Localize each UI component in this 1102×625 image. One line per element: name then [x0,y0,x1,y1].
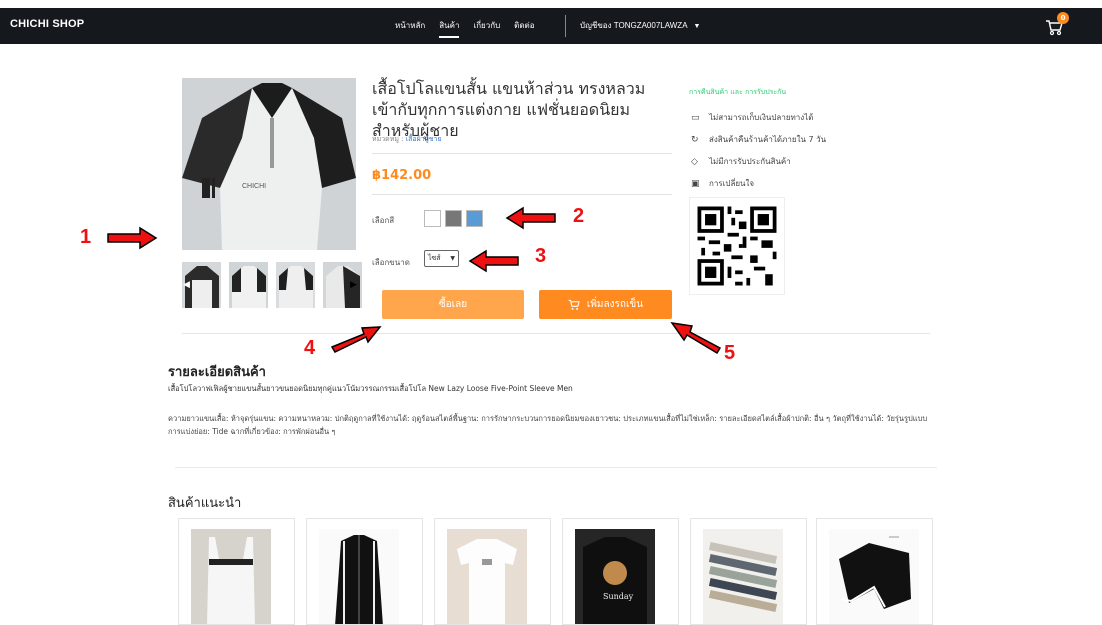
chevron-right-icon[interactable]: ▶ [350,280,357,290]
annotation-number-1: 1 [80,226,92,248]
cart-count-badge: 0 [1057,12,1069,24]
annotation-arrow-icon [107,226,158,250]
divider [182,333,930,334]
account-label: บัญชีของ TONGZA007LAWZA [580,21,688,30]
color-swatches [424,210,483,227]
product-image [191,529,271,624]
divider [175,467,937,468]
divider [372,153,672,154]
policy-label: การเปลี่ยนใจ [709,179,755,188]
product-main-image[interactable]: CHICHI [182,78,356,250]
color-swatch-white[interactable] [424,210,441,227]
buy-now-label: ซื้อเลย [438,299,468,310]
polo-shirt-image: CHICHI [182,78,356,250]
annotation-number-3: 3 [535,245,547,267]
nav-about[interactable]: เกี่ยวกับ [473,19,500,36]
size-select-value: ไซส์ [428,254,441,262]
nav-contact[interactable]: ติดต่อ [514,19,534,36]
description-body: ความยาวแขนเสื้อ: ห้าจุดรุ่นแขน: ความหนาห… [168,414,928,436]
qr-code-image [690,199,784,293]
divider [372,194,672,195]
policy-item: ▣ การเปลี่ยนใจ [691,177,754,190]
svg-text:CHICHI: CHICHI [242,183,266,190]
category-label: หมวดหมู่ : [372,135,404,143]
recommended-card[interactable] [306,518,423,625]
svg-text:Sunday: Sunday [603,592,634,601]
recommended-card[interactable] [816,518,933,625]
account-menu[interactable]: บัญชีของ TONGZA007LAWZA ▼ [580,19,700,32]
nav-divider [565,15,566,37]
annotation-arrow-icon [330,326,382,353]
shield-icon: ◇ [691,156,698,167]
color-swatch-gray[interactable] [445,210,462,227]
policy-label: ไม่มีการรับประกันสินค้า [709,157,791,166]
product-image [447,529,527,624]
annotation-arrow-icon [505,206,556,230]
product-category: หมวดหมู่ : เสื้อผ้าผู้ชาย [372,134,442,145]
policy-item: ◇ ไม่มีการรับประกันสินค้า [691,155,791,168]
recommended-card[interactable]: Sunday [562,518,679,625]
add-to-cart-label: เพิ่มลงรถเข็น [586,299,644,310]
policy-label: ไม่สามารถเก็บเงินปลายทางได้ [709,113,814,122]
annotation-number-4: 4 [304,337,316,359]
size-label: เลือกขนาด [372,258,410,267]
top-navbar: CHICHI SHOP หน้าหลัก สินค้า เกี่ยวกับ ติ… [0,8,1102,44]
size-select[interactable]: ไซส์ ▼ [424,250,459,267]
cash-icon: ▭ [691,112,700,123]
brand-logo[interactable]: CHICHI SHOP [10,18,84,30]
product-title: เสื้อโปโลแขนสั้น แขนห้าส่วน ทรงหลวม เข้า… [372,79,646,140]
annotation-arrow-icon [468,249,519,273]
return-icon: ↻ [691,134,699,145]
buy-now-button[interactable]: ซื้อเลย [382,290,524,319]
color-label: เลือกสี [372,216,395,225]
product-image [319,529,399,624]
qr-code [689,197,785,295]
policy-label: ส่งสินค้าคืนร้านค้าได้ภายใน 7 วัน [709,135,827,144]
product-image [703,529,783,624]
chevron-down-icon: ▼ [450,255,455,262]
recommended-card[interactable] [434,518,551,625]
product-image [829,529,919,624]
main-nav: หน้าหลัก สินค้า เกี่ยวกับ ติดต่อ [395,19,535,38]
product-image: Sunday [575,529,655,624]
nav-products[interactable]: สินค้า [439,19,460,38]
chevron-left-icon[interactable]: ◀ [183,280,190,290]
cart-icon [568,299,580,310]
category-link[interactable]: เสื้อผ้าผู้ชาย [406,135,442,143]
thumbnail-strip [182,262,362,308]
description-title: รายละเอียดสินค้า [168,365,266,380]
policy-title: การคืนสินค้า และ การรับประกัน [689,88,787,96]
recommended-card[interactable] [178,518,295,625]
nav-home[interactable]: หน้าหลัก [395,19,425,36]
caret-down-icon: ▼ [693,23,701,30]
annotation-arrow-icon [670,321,722,355]
description-subtitle: เสื้อโปโลวาฟเฟิลผู้ชายแขนสั้นยาวขนยอดนิย… [168,384,573,393]
recommended-card[interactable] [690,518,807,625]
thumbnail-2[interactable] [229,262,268,308]
annotation-number-5: 5 [724,342,736,364]
policy-item: ↻ ส่งสินค้าคืนร้านค้าได้ภายใน 7 วัน [691,133,826,146]
policy-item: ▭ ไม่สามารถเก็บเงินปลายทางได้ [691,111,813,124]
gift-icon: ▣ [691,178,700,189]
thumbnail-3[interactable] [276,262,315,308]
annotation-number-2: 2 [573,205,585,227]
product-price: ฿142.00 [372,168,432,183]
add-to-cart-button[interactable]: เพิ่มลงรถเข็น [539,290,672,319]
recommended-title: สินค้าแนะนำ [168,496,242,511]
color-swatch-blue[interactable] [466,210,483,227]
